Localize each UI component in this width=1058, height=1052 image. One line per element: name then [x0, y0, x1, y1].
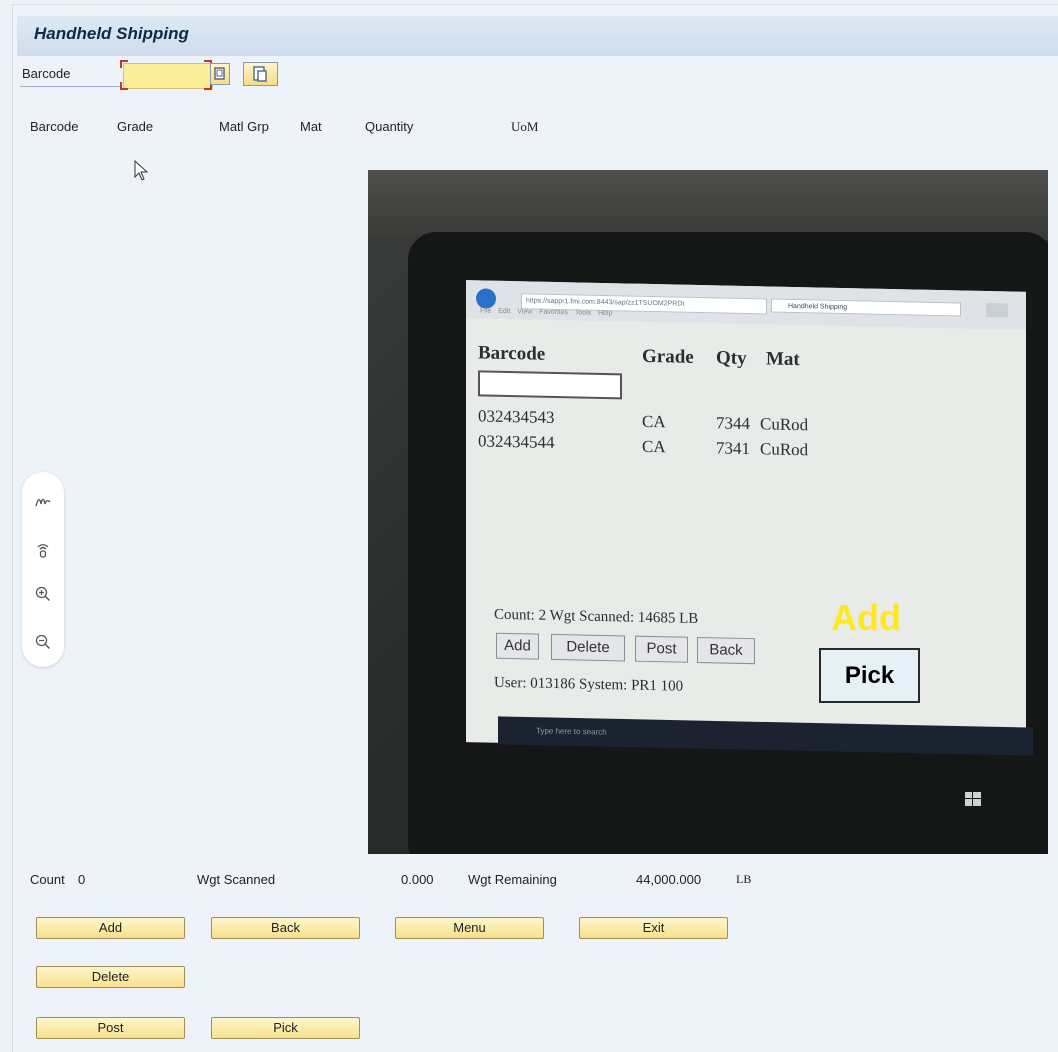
copy-icon: [214, 67, 225, 80]
mouse-pointer-icon: [134, 160, 149, 181]
screen-barcode-input: [478, 370, 622, 400]
device-photo: https://sappr1.fmi.com:8443/sap/zz1TSUOM…: [368, 170, 1048, 854]
pick-caption: Pick: [819, 648, 920, 703]
screen-header-mat: Mat: [766, 348, 800, 371]
zoom-in-icon[interactable]: [33, 584, 53, 604]
screen-row-qty: 7341: [716, 438, 750, 459]
add-caption: Add: [831, 597, 901, 638]
barcode-label: Barcode: [20, 64, 120, 87]
screen-row-qty: 7344: [716, 413, 750, 434]
page-title: Handheld Shipping: [34, 24, 189, 43]
add-button[interactable]: Add: [36, 917, 185, 939]
screen-row-barcode: 032434543: [478, 406, 555, 427]
delete-button[interactable]: Delete: [36, 966, 185, 988]
photo-background: [368, 170, 1048, 240]
focus-marker: [120, 82, 128, 90]
screen-user-line: User: 013186 System: PR1 100: [494, 674, 684, 695]
paste-button[interactable]: [243, 62, 278, 86]
wgt-scanned-label: Wgt Scanned: [197, 872, 276, 887]
screen-row-barcode: 032434544: [478, 431, 555, 452]
screen-header-qty: Qty: [716, 347, 747, 370]
screen-row-mat: CuRod: [760, 414, 809, 435]
browser-back-icon: [476, 288, 496, 309]
broadcast-icon[interactable]: [33, 540, 53, 560]
taskbar-search: Type here to search: [536, 726, 607, 737]
exit-button[interactable]: Exit: [579, 917, 728, 939]
wgt-scanned-value: 0.000: [401, 872, 434, 887]
column-header-barcode: Barcode: [30, 119, 79, 134]
screen-post-button: Post: [635, 635, 688, 663]
clipboard-icon: [253, 66, 267, 82]
tablet-screen: https://sappr1.fmi.com:8443/sap/zz1TSUOM…: [466, 280, 1026, 754]
pick-button[interactable]: Pick: [211, 1017, 360, 1039]
screen-row-mat: CuRod: [760, 439, 809, 460]
focus-marker: [120, 60, 128, 68]
column-header-matl-grp: Matl Grp: [219, 119, 269, 134]
post-button[interactable]: Post: [36, 1017, 185, 1039]
screen-delete-button: Delete: [551, 633, 625, 662]
column-header-grade: Grade: [117, 119, 154, 134]
count-value: 0: [78, 872, 86, 887]
wgt-unit: LB: [736, 872, 752, 886]
screen-back-button: Back: [697, 636, 755, 665]
column-header-mat: Mat: [300, 119, 322, 134]
screen-status-line: Count: 2 Wgt Scanned: 14685 LB: [494, 606, 699, 628]
barcode-input[interactable]: [123, 63, 213, 89]
pen-icon[interactable]: [33, 492, 53, 512]
windows-logo-icon: [965, 792, 981, 806]
menu-button[interactable]: Menu: [395, 917, 544, 939]
wgt-remaining-label: Wgt Remaining: [468, 872, 557, 887]
screen-header-grade: Grade: [642, 345, 694, 368]
column-header-uom: UoM: [511, 119, 539, 134]
screen-row-grade: CA: [642, 411, 666, 432]
column-header-quantity: Quantity: [365, 119, 414, 134]
side-toolbar: [22, 472, 64, 667]
wgt-remaining-value: 44,000.000: [636, 872, 702, 887]
count-label: Count: [30, 872, 65, 887]
browser-close-icon: [986, 303, 1008, 318]
screen-header-barcode: Barcode: [478, 342, 546, 365]
back-button[interactable]: Back: [211, 917, 360, 939]
screen-row-grade: CA: [642, 436, 666, 457]
zoom-out-icon[interactable]: [33, 632, 53, 652]
browser-tab: Handheld Shipping: [771, 298, 961, 317]
value-help-button[interactable]: [210, 63, 230, 85]
screen-add-button: Add: [496, 632, 539, 660]
